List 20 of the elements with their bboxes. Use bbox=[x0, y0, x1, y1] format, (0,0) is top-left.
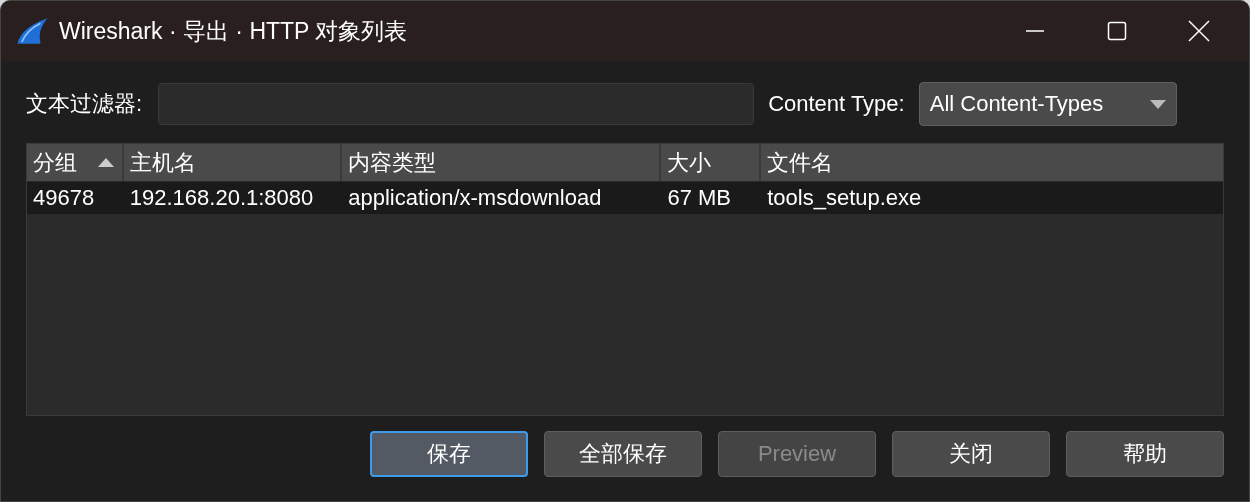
dialog-button[interactable]: 保存 bbox=[370, 431, 528, 477]
column-header[interactable]: 文件名 bbox=[761, 144, 1223, 181]
maximize-icon[interactable] bbox=[1105, 19, 1129, 43]
table-cell-text: 67 MB bbox=[666, 184, 732, 212]
table-cell-text: 192.168.20.1:8080 bbox=[128, 184, 315, 212]
dialog-button[interactable]: 关闭 bbox=[892, 431, 1050, 477]
dialog-button[interactable]: 帮助 bbox=[1066, 431, 1224, 477]
caret-icon bbox=[1149, 99, 1166, 109]
window-title: Wireshark · 导出 · HTTP 对象列表 bbox=[59, 16, 408, 46]
fin-icon bbox=[15, 16, 49, 46]
table-cell-text: application/x-msdownload bbox=[347, 184, 603, 212]
content-type-label: Content Type: bbox=[768, 91, 905, 117]
sort-up-icon bbox=[97, 158, 114, 167]
table-cell-text: 49678 bbox=[32, 184, 96, 212]
dialog-button[interactable]: 全部保存 bbox=[544, 431, 702, 477]
filter-field[interactable] bbox=[158, 83, 755, 125]
content-type-dropdown[interactable]: All Content-Types bbox=[918, 82, 1177, 126]
close-icon[interactable] bbox=[1187, 19, 1211, 43]
table-cell-text: tools_setup.exe bbox=[766, 184, 923, 212]
filter-label: 文本过滤器: bbox=[26, 90, 143, 118]
